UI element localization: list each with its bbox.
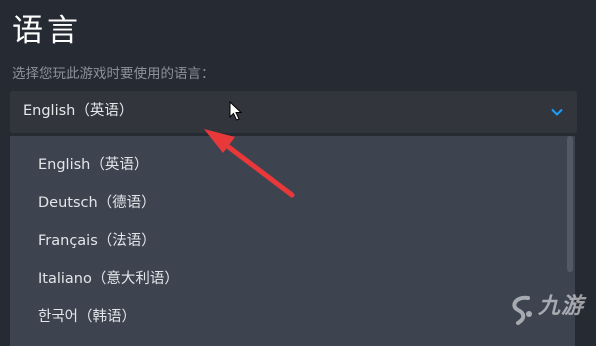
watermark-text: 九游 — [538, 294, 585, 319]
dropdown-scrollbar[interactable] — [567, 136, 573, 272]
language-option-italiano[interactable]: Italiano（意大利语） — [38, 272, 179, 287]
page-subtitle: 选择您玩此游戏时要使用的语言： — [12, 66, 215, 82]
language-dropdown-list: English（英语） Deutsch（德语） Français（法语） Ita… — [10, 136, 575, 346]
watermark: 九游 — [508, 292, 596, 328]
mouse-cursor-icon — [229, 101, 243, 121]
language-option-korean[interactable]: 한국어（韩语） — [38, 310, 136, 325]
language-option-english[interactable]: English（英语） — [38, 158, 148, 173]
jiuyou-logo-icon — [512, 295, 532, 325]
language-option-deutsch[interactable]: Deutsch（德语） — [38, 196, 156, 211]
language-select-value: English（英语） — [23, 103, 134, 119]
chevron-down-icon[interactable] — [550, 105, 564, 119]
language-option-francais[interactable]: Français（法语） — [38, 234, 156, 249]
language-select[interactable]: English（英语） — [10, 91, 577, 133]
page-title: 语言 — [12, 13, 82, 49]
